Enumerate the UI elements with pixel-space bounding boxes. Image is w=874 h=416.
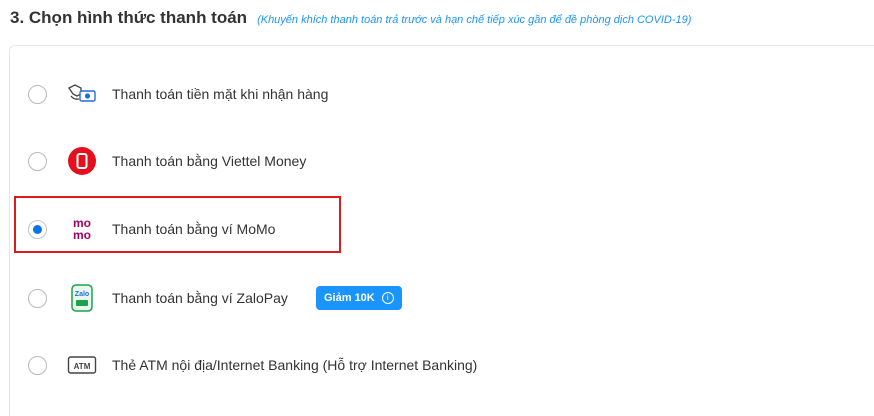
radio-zalopay[interactable]	[28, 288, 47, 308]
atm-card-icon: ATM	[66, 349, 98, 381]
svg-text:Zalo: Zalo	[75, 291, 89, 298]
payment-option-atm[interactable]: ATM Thẻ ATM nội địa/Internet Banking (Hỗ…	[10, 339, 870, 391]
radio-cod[interactable]	[28, 84, 47, 104]
radio-atm[interactable]	[28, 355, 47, 375]
covid-note: (Khuyến khích thanh toán trả trước và hạ…	[257, 14, 692, 26]
discount-badge-text: Giảm 10K	[324, 292, 375, 304]
payment-label-viettel: Thanh toán bằng Viettel Money	[112, 153, 307, 169]
payment-label-cod: Thanh toán tiền mặt khi nhận hàng	[112, 86, 329, 102]
info-icon[interactable]: i	[381, 292, 394, 304]
payment-option-zalopay[interactable]: Zalo Thanh toán bằng ví ZaloPay Giảm 10K…	[10, 272, 870, 324]
cash-on-delivery-icon	[66, 78, 98, 110]
section-header: 3. Chọn hình thức thanh toán (Khuyến khí…	[10, 8, 691, 28]
radio-viettel[interactable]	[28, 151, 47, 171]
payment-option-viettel[interactable]: Thanh toán bằng Viettel Money	[10, 135, 870, 187]
selected-option-highlight	[14, 196, 341, 253]
payment-label-atm: Thẻ ATM nội địa/Internet Banking (Hỗ trợ…	[112, 357, 478, 373]
discount-badge[interactable]: Giảm 10K i	[316, 286, 402, 310]
payment-method-panel: Thanh toán tiền mặt khi nhận hàng Thanh …	[9, 45, 874, 416]
payment-option-cod[interactable]: Thanh toán tiền mặt khi nhận hàng	[10, 68, 870, 120]
svg-text:ATM: ATM	[74, 362, 91, 371]
section-title: 3. Chọn hình thức thanh toán	[10, 8, 248, 27]
payment-label-zalopay: Thanh toán bằng ví ZaloPay	[112, 290, 288, 306]
zalopay-icon: Zalo	[66, 282, 98, 314]
viettel-money-icon	[66, 145, 98, 177]
